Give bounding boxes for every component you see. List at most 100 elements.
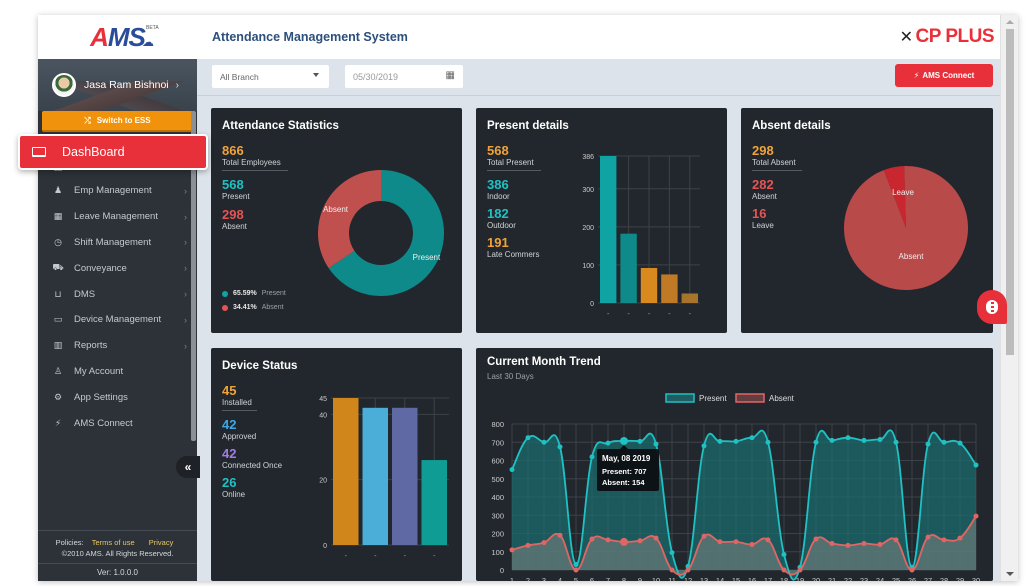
point-present — [525, 435, 531, 441]
sidebar-item-label: Reports — [74, 340, 108, 352]
stat-value: 298 — [222, 207, 244, 222]
legend-label: Absent — [261, 304, 284, 311]
stat-label: Total Present — [487, 158, 534, 167]
x-tick-label: 29 — [956, 576, 964, 581]
copyright-text: ©2010 AMS. All Rights Reserved. — [61, 549, 174, 558]
point-present — [701, 443, 707, 449]
device-bar-chart[interactable]: 0 20 40 45 - - - - — [306, 388, 461, 568]
y-tick-label: 0 — [590, 301, 594, 308]
switch-to-ess-button[interactable]: ⤮ Switch to ESS — [42, 111, 193, 132]
x-tick-label: 2 — [526, 576, 530, 581]
legend-swatch — [735, 393, 765, 403]
logo-ms: MS — [107, 21, 146, 52]
sidebar-item-shift-management[interactable]: ◷ Shift Management › — [38, 230, 197, 256]
inbox-icon: ⊔ — [54, 288, 62, 299]
users-icon: ♟ — [53, 185, 63, 196]
cp-plus-logo: ✕ CP PLUS — [900, 26, 995, 48]
point-absent — [637, 538, 643, 544]
x-tick-label: 30 — [972, 576, 980, 581]
collapse-sidebar-button[interactable]: « — [176, 456, 200, 478]
terms-link[interactable]: Terms of use — [92, 538, 135, 547]
sidebar-item-label: My Account — [74, 365, 124, 377]
ams-connect-button[interactable]: ⚡ AMS Connect — [895, 64, 993, 87]
point-present — [925, 441, 931, 447]
sidebar-item-label: Shift Management — [74, 236, 152, 248]
sidebar-item-ams-connect[interactable]: ⚡ AMS Connect — [38, 410, 197, 436]
stat-total-employees: 866 Total Employees — [222, 144, 288, 171]
legend-pct: 34.41% — [233, 304, 257, 311]
sidebar-item-label: AMS Connect — [74, 417, 133, 429]
point-absent — [701, 533, 707, 539]
stat-label: Total Absent — [752, 158, 796, 167]
point-present — [781, 551, 787, 557]
car-icon: ⛟ — [52, 262, 64, 273]
y-tick-label: 300 — [582, 187, 594, 194]
scroll-up-icon[interactable] — [1006, 20, 1014, 24]
point-absent — [909, 567, 915, 573]
bar — [421, 460, 447, 545]
sidebar-item-app-settings[interactable]: ⚙ App Settings — [38, 384, 197, 410]
sidebar-item-emp-management[interactable]: ♟ Emp Management › — [38, 178, 197, 204]
date-input[interactable]: 05/30/2019 ▦ — [345, 65, 463, 88]
absent-pie-chart[interactable]: Leave Absent — [841, 163, 971, 293]
point-present — [605, 440, 611, 446]
card-title: Present details — [487, 120, 569, 132]
privacy-link[interactable]: Privacy — [149, 538, 174, 547]
sidebar: AMS BETA ☁ Jasa Ram Bishnoi › ⤮ Switch t… — [38, 15, 197, 581]
header: Attendance Management System ✕ CP PLUS — [197, 15, 1000, 59]
legend-present: 65.59% Present — [222, 290, 286, 297]
scroll-down-icon[interactable] — [1006, 572, 1014, 576]
bar — [600, 156, 617, 303]
point-present — [509, 467, 515, 473]
month-trend-chart[interactable]: Present Absent01002003004005006007008001 2… — [476, 384, 993, 581]
stat-approved: 42 Approved — [222, 418, 256, 442]
sidebar-item-dashboard[interactable]: DashBoard — [18, 134, 208, 170]
stat-label: Total Employees — [222, 158, 281, 167]
sidebar-item-conveyance[interactable]: ⛟ Conveyance › — [38, 255, 197, 281]
point-absent — [765, 537, 771, 543]
attendance-donut-chart[interactable]: Present Absent — [311, 163, 451, 303]
chevron-right-icon: › — [184, 263, 187, 274]
point-absent — [861, 541, 867, 547]
sidebar-item-dms[interactable]: ⊔ DMS › — [38, 281, 197, 307]
y-tick-label: 500 — [491, 475, 504, 484]
x-tick-label: 27 — [924, 576, 932, 581]
legend-swatch — [665, 393, 695, 403]
sidebar-item-leave-management[interactable]: ▦ Leave Management › — [38, 204, 197, 230]
stat-indoor: 386 Indoor — [487, 178, 510, 202]
sidebar-item-device-management[interactable]: ▭ Device Management › — [38, 307, 197, 333]
bar-chart-icon: ▥ — [53, 340, 63, 351]
sidebar-item-my-account[interactable]: ♙ My Account — [38, 359, 197, 385]
chat-button[interactable] — [977, 290, 1007, 324]
x-tick-label: 4 — [558, 576, 562, 581]
bar — [362, 407, 388, 545]
y-tick-label: 100 — [582, 263, 594, 270]
attendance-statistics-card: Attendance Statistics 866 Total Employee… — [211, 108, 462, 333]
stat-online: 26 Online — [222, 476, 245, 500]
branch-select[interactable]: All Branch — [212, 65, 329, 88]
point-present — [813, 439, 819, 445]
user-profile[interactable]: Jasa Ram Bishnoi › — [38, 59, 197, 111]
stat-outdoor: 182 Outdoor — [487, 207, 516, 231]
y-tick-label: 386 — [582, 154, 594, 161]
stat-late-commers: 191 Late Commers — [487, 236, 539, 260]
sidebar-item-reports[interactable]: ▥ Reports › — [38, 333, 197, 359]
tooltip-absent: Absent: 154 — [602, 478, 645, 487]
point-present — [620, 436, 628, 445]
ams-logo[interactable]: AMS BETA ☁ — [38, 15, 197, 59]
toolbar: All Branch 05/30/2019 ▦ ⚡ AMS Connect — [197, 59, 1000, 96]
x-tick-label: 6 — [590, 576, 594, 581]
scrollbar-thumb[interactable] — [1006, 29, 1014, 355]
point-present — [749, 435, 755, 441]
x-tick-label: 11 — [668, 576, 676, 581]
present-bar-chart[interactable]: 0 100 200 300 386 - - - - - — [566, 148, 721, 323]
point-absent — [941, 537, 947, 543]
donut-label: Present — [413, 253, 441, 262]
y-tick-label: 600 — [491, 457, 504, 466]
stat-label: Indoor — [487, 192, 510, 201]
calendar-icon[interactable]: ▦ — [446, 70, 455, 81]
point-absent — [620, 537, 628, 546]
x-tick-label: 10 — [652, 576, 660, 581]
point-present — [717, 438, 723, 444]
plug-icon: ⚡ — [54, 417, 62, 428]
